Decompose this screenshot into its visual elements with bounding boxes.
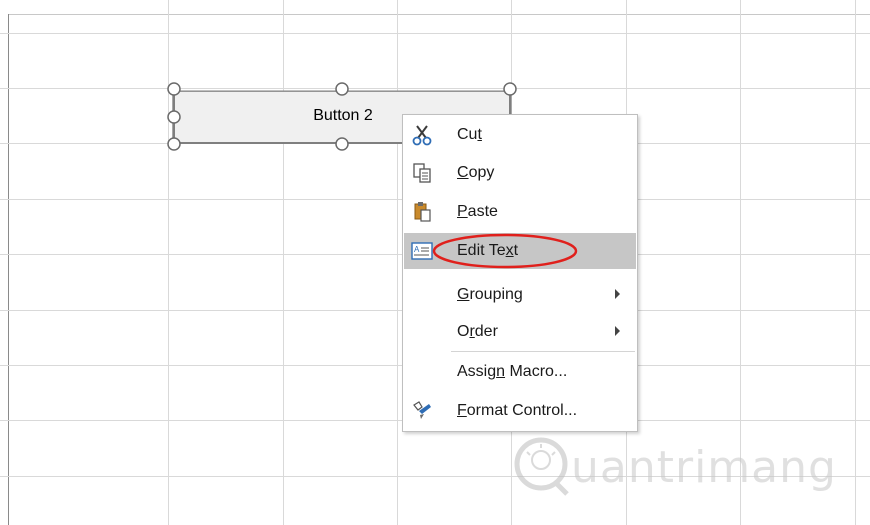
edit-text-icon: A xyxy=(411,242,433,260)
menu-item-grouping[interactable]: Grouping xyxy=(404,277,636,313)
menu-item-order[interactable]: Order xyxy=(404,314,636,350)
paste-icon xyxy=(414,202,431,222)
watermark-text: uantrimang xyxy=(571,442,837,493)
row-gridline xyxy=(0,33,870,34)
scissors-icon xyxy=(412,125,432,146)
menu-label-format-control: Format Control... xyxy=(457,402,578,419)
column-gridline xyxy=(168,0,169,525)
menu-label-paste: Paste xyxy=(457,203,498,220)
row-gridline xyxy=(0,88,870,89)
submenu-arrow-icon xyxy=(615,326,620,336)
copy-icon xyxy=(413,163,431,183)
menu-label-order: Order xyxy=(457,323,498,340)
menu-item-cut[interactable]: Cut xyxy=(404,117,636,153)
lightbulb-q-icon xyxy=(514,437,569,496)
format-control-icon xyxy=(413,401,431,419)
column-gridline xyxy=(283,0,284,525)
sheet-left-edge xyxy=(8,14,9,525)
menu-item-edit-text[interactable]: A Edit Text xyxy=(404,233,636,269)
menu-item-format-control[interactable]: Format Control... xyxy=(404,393,636,429)
menu-separator xyxy=(451,351,635,352)
menu-item-copy[interactable]: Copy xyxy=(404,155,636,191)
context-menu: Cut Copy Paste A Edit Text Grouping Orde… xyxy=(402,114,638,432)
menu-item-assign-macro[interactable]: Assign Macro... xyxy=(404,354,636,390)
menu-label-grouping: Grouping xyxy=(457,286,523,303)
menu-label-cut: Cut xyxy=(457,126,482,143)
column-gridline xyxy=(397,0,398,525)
menu-label-assign-macro: Assign Macro... xyxy=(457,363,568,380)
menu-label-copy: Copy xyxy=(457,164,495,181)
submenu-arrow-icon xyxy=(615,289,620,299)
watermark: uantrimang xyxy=(511,428,856,508)
menu-item-paste[interactable]: Paste xyxy=(404,194,636,230)
svg-text:A: A xyxy=(414,245,420,254)
menu-label-edit-text: Edit Text xyxy=(457,242,519,259)
